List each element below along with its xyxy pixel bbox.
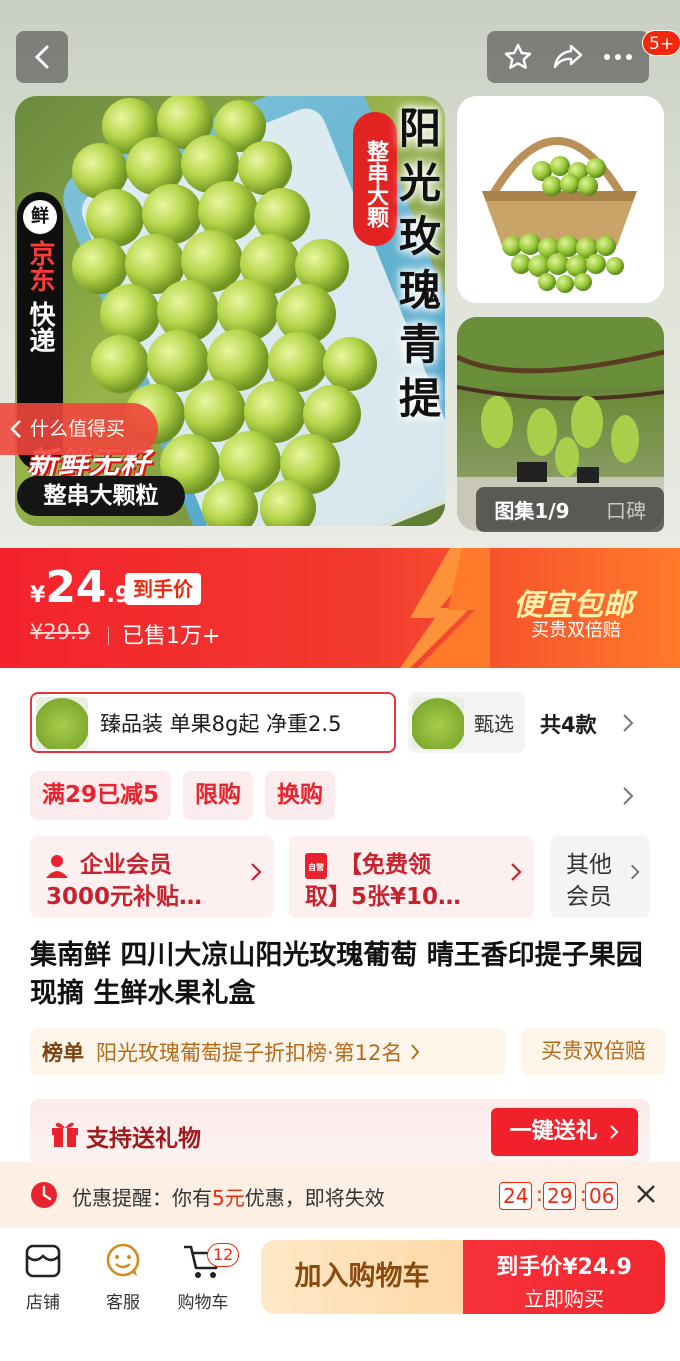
reminder-text: 优惠提醒：你有5元优惠，即将失效 bbox=[72, 1186, 385, 1210]
customer-service-icon bbox=[106, 1243, 140, 1277]
bottom-action-bar: 店铺 客服 购物车 12 加入购物车 到手价¥24.9 立即购买 bbox=[0, 1228, 680, 1361]
star-icon bbox=[504, 43, 532, 69]
gift-icon bbox=[52, 1122, 78, 1147]
free-coupon-card[interactable]: 自营 【免费领 取】5张¥10… bbox=[289, 836, 534, 918]
card-line2: 取】5张¥10… bbox=[305, 884, 462, 910]
chevron-right-icon bbox=[411, 1043, 420, 1060]
sku-option-alt[interactable]: 甄选 bbox=[408, 692, 525, 753]
worth-buying-label: 什么值得买 bbox=[30, 418, 126, 440]
fresh-seal-icon: 鲜 bbox=[23, 200, 57, 234]
other-member-card[interactable]: 其他 会员 bbox=[550, 836, 650, 918]
gift-label: 支持送礼物 bbox=[86, 1126, 201, 1152]
send-gift-button[interactable]: 一键送礼 bbox=[491, 1108, 638, 1156]
promo-tag[interactable]: 限购 bbox=[183, 771, 254, 820]
enterprise-member-card[interactable]: 企业会员 3000元补贴… bbox=[30, 836, 274, 918]
product-page: 整串大颗 阳光玫瑰青提 鲜 京东 快递 新鲜无籽 整串大颗粒 图集1/9 口碑 … bbox=[0, 0, 680, 1361]
worth-buying-tag[interactable]: 什么值得买 bbox=[0, 403, 158, 455]
product-title: 集南鲜 四川大凉山阳光玫瑰葡萄 晴王香印提子果园现摘 生鲜水果礼盒 bbox=[30, 940, 643, 1009]
tab-cart-label: 购物车 bbox=[177, 1293, 229, 1313]
sold-count: 已售1万+ bbox=[122, 624, 221, 649]
chevron-right-icon[interactable] bbox=[622, 713, 634, 733]
person-icon bbox=[46, 854, 68, 878]
countdown-hours: 24 bbox=[499, 1182, 533, 1210]
sku-thumbnail bbox=[412, 696, 464, 749]
card-line1: 自营 【免费领 bbox=[305, 845, 431, 879]
ranking-key: 榜单 bbox=[42, 1040, 84, 1065]
buy-now-button[interactable]: 到手价¥24.9 立即购买 bbox=[463, 1240, 665, 1314]
sku-selector[interactable]: 臻品装 单果8g起 净重2.5 甄选 共4款 bbox=[30, 692, 670, 754]
chevron-right-icon bbox=[511, 863, 522, 881]
message-badge: 5+ bbox=[642, 30, 680, 56]
album-label[interactable]: 图集1/9 bbox=[476, 495, 588, 524]
price-integer: 24 bbox=[45, 562, 107, 613]
promo-tag[interactable]: 满29已减5 bbox=[30, 771, 172, 820]
original-price: ¥29.9 bbox=[30, 620, 91, 644]
basket-graphic bbox=[482, 137, 637, 293]
countdown-minutes: 29 bbox=[543, 1182, 577, 1210]
sku-alt-label: 甄选 bbox=[474, 712, 514, 736]
favorite-button[interactable] bbox=[498, 37, 538, 77]
title-bubble: 整串大颗 bbox=[353, 112, 397, 246]
divider bbox=[108, 627, 109, 645]
chevron-left-icon bbox=[10, 420, 21, 438]
tab-shop[interactable]: 店铺 bbox=[8, 1242, 78, 1313]
big-grain-pill: 整串大颗粒 bbox=[17, 476, 185, 516]
add-to-cart-button[interactable]: 加入购物车 bbox=[261, 1240, 463, 1314]
jd-line1: 京东 bbox=[25, 240, 55, 292]
price-bar: ¥ 24 .9 到手价 ¥29.9 已售1万+ 便宜包邮 买贵双倍赔 bbox=[0, 548, 680, 668]
countdown-seconds: 06 bbox=[585, 1182, 619, 1210]
more-dots-icon bbox=[604, 54, 632, 60]
buy-price-line: 到手价¥24.9 bbox=[496, 1255, 632, 1280]
close-icon[interactable] bbox=[634, 1182, 658, 1206]
buy-now-line: 立即购买 bbox=[524, 1287, 604, 1311]
final-price-tag: 到手价 bbox=[125, 573, 201, 605]
share-icon bbox=[553, 44, 583, 69]
tab-service-label: 客服 bbox=[106, 1293, 140, 1313]
member-benefits: 企业会员 3000元补贴… 自营 【免费领 取】5张¥10… 其他 会员 bbox=[30, 836, 650, 918]
clock-icon bbox=[31, 1182, 57, 1208]
jd-line2: 快递 bbox=[25, 301, 55, 353]
tab-service[interactable]: 客服 bbox=[88, 1242, 158, 1313]
sku-thumbnail bbox=[36, 696, 88, 749]
price-guarantee-badge[interactable]: 买贵双倍赔 bbox=[521, 1028, 666, 1075]
main-product-image[interactable]: 整串大颗 阳光玫瑰青提 鲜 京东 快递 新鲜无籽 整串大颗粒 bbox=[15, 96, 445, 526]
current-price: ¥ 24 .9 bbox=[30, 562, 130, 613]
card-line1: 企业会员 bbox=[46, 845, 172, 879]
sku-option-selected[interactable]: 臻品装 单果8g起 净重2.5 bbox=[30, 692, 396, 753]
lightning-decor bbox=[400, 548, 490, 668]
back-button[interactable] bbox=[16, 31, 68, 83]
promo-tag[interactable]: 换购 bbox=[265, 771, 336, 820]
share-button[interactable] bbox=[548, 37, 588, 77]
more-button[interactable] bbox=[598, 37, 638, 77]
back-arrow-icon bbox=[34, 45, 49, 69]
countdown-separator: : bbox=[536, 1182, 543, 1206]
price-guarantee-sub[interactable]: 买贵双倍赔 bbox=[531, 616, 621, 642]
chevron-right-icon bbox=[610, 1125, 619, 1139]
sku-count[interactable]: 共4款 bbox=[540, 709, 597, 739]
chevron-right-icon[interactable] bbox=[622, 786, 634, 806]
svg-text:自营: 自营 bbox=[308, 862, 324, 872]
coupon-reminder[interactable]: 优惠提醒：你有5元优惠，即将失效 24 : 29 : 06 bbox=[0, 1162, 680, 1228]
price-currency: ¥ bbox=[30, 583, 46, 608]
ranking-value: 阳光玫瑰葡萄提子折扣榜·第12名 bbox=[96, 1040, 403, 1065]
ranking-link[interactable]: 榜单 阳光玫瑰葡萄提子折扣榜·第12名 bbox=[30, 1028, 506, 1075]
sku-selected-label: 臻品装 单果8g起 净重2.5 bbox=[100, 711, 342, 736]
basket-thumbnail[interactable] bbox=[457, 96, 664, 303]
card-line2: 会员 bbox=[566, 884, 612, 910]
tab-shop-label: 店铺 bbox=[26, 1293, 60, 1313]
chevron-right-icon bbox=[251, 863, 262, 881]
cart-count-badge: 12 bbox=[207, 1243, 240, 1267]
card-line1: 其他 bbox=[566, 852, 612, 878]
promo-tags[interactable]: 满29已减5 限购 换购 bbox=[30, 771, 336, 820]
chevron-right-icon bbox=[631, 864, 640, 880]
image-gallery[interactable]: 整串大颗 阳光玫瑰青提 鲜 京东 快递 新鲜无籽 整串大颗粒 图集1/9 口碑 … bbox=[0, 0, 680, 548]
top-actions bbox=[487, 31, 649, 83]
card-line2: 3000元补贴… bbox=[46, 884, 203, 910]
album-tag[interactable]: 图集1/9 口碑 bbox=[476, 487, 664, 532]
self-operated-icon: 自营 bbox=[305, 852, 327, 879]
reviews-label[interactable]: 口碑 bbox=[588, 495, 664, 524]
main-image-title: 阳光玫瑰青提 bbox=[398, 104, 441, 423]
shop-icon bbox=[25, 1244, 61, 1278]
